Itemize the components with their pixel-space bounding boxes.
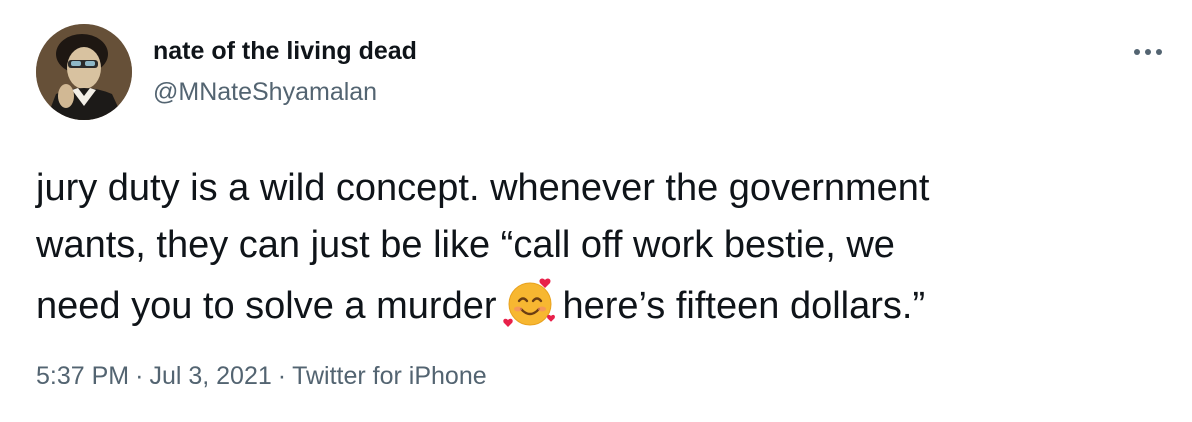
author-display-name[interactable]: nate of the living dead <box>153 36 417 66</box>
tweet-time-link[interactable]: 5:37 PM <box>36 361 129 391</box>
smiling-face-with-hearts-icon <box>501 274 559 332</box>
meta-separator: · <box>277 362 287 390</box>
meta-separator: · <box>135 362 144 390</box>
tweet-metadata: 5:37 PM · Jul 3, 2021 · Twitter for iPhone <box>36 361 487 391</box>
tweet-date-link[interactable]: Jul 3, 2021 <box>149 361 271 391</box>
tweet-text-line: need you to solve a murder here’s fiftee… <box>36 274 1166 335</box>
tweet-card: nate of the living dead @MNateShyamalan … <box>0 0 1192 422</box>
tweet-text-segment: need you to solve a murder <box>36 285 497 327</box>
tweet-text: jury duty is a wild concept. whenever th… <box>36 160 1166 335</box>
painted-portrait-avatar-icon <box>36 24 132 120</box>
tweet-text-line: jury duty is a wild concept. whenever th… <box>36 167 930 209</box>
more-horizontal-icon <box>1134 49 1162 55</box>
author-handle[interactable]: @MNateShyamalan <box>153 77 377 107</box>
tweet-text-line: wants, they can just be like “call off w… <box>36 224 895 266</box>
avatar[interactable] <box>36 24 132 120</box>
more-options-button[interactable] <box>1128 40 1168 64</box>
tweet-text-segment: here’s fifteen dollars.” <box>562 285 926 327</box>
tweet-source-link[interactable]: Twitter for iPhone <box>292 361 487 391</box>
